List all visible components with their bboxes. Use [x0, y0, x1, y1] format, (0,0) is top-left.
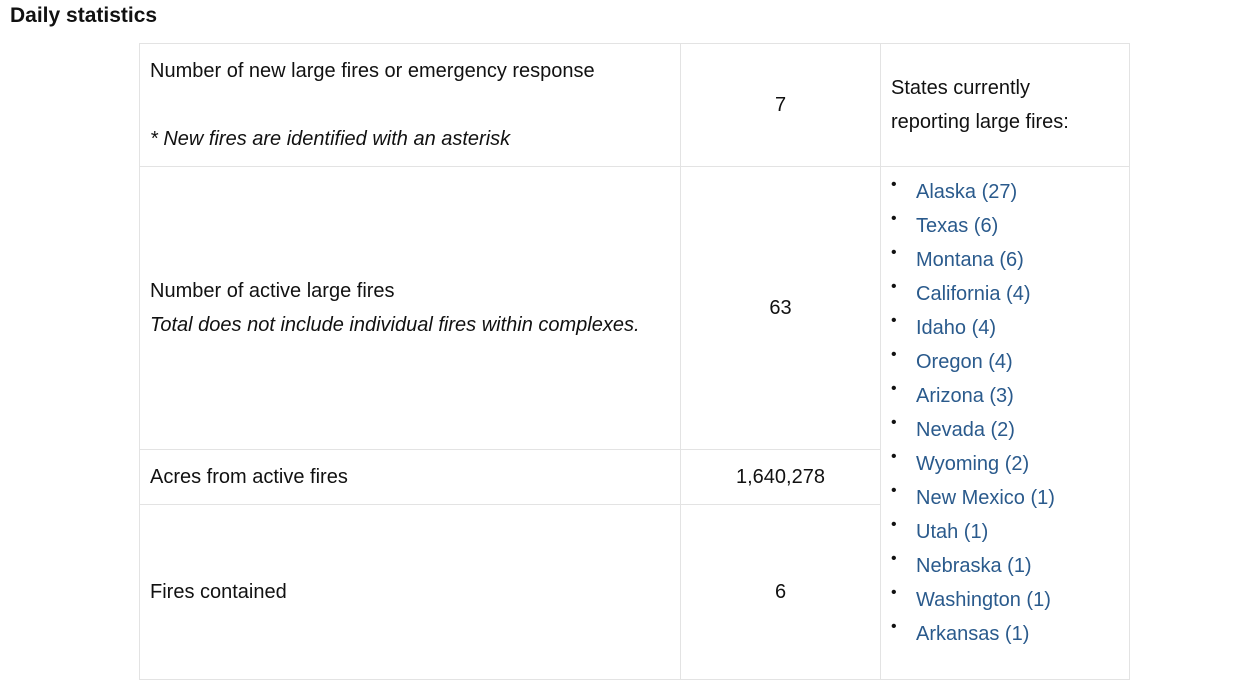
bullet-icon: • — [891, 550, 897, 567]
state-list-item: • Montana (6) — [891, 243, 1119, 277]
state-link[interactable]: Nevada (2) — [916, 419, 1015, 441]
bullet-icon: • — [891, 414, 897, 431]
state-list-item: • Alaska (27) — [891, 175, 1119, 209]
state-link[interactable]: Washington (1) — [916, 589, 1051, 611]
state-link[interactable]: Oregon (4) — [916, 351, 1013, 373]
active-fires-label: Number of active large fires — [150, 280, 395, 302]
state-link[interactable]: Montana (6) — [916, 249, 1024, 271]
bullet-icon: • — [891, 346, 897, 363]
state-list-item: • Washington (1) — [891, 583, 1119, 617]
states-header-line2: reporting large fires: — [891, 111, 1069, 133]
states-list-cell: • Alaska (27) • Texas (6) • Montana (6) • Calif… — [880, 166, 1130, 680]
state-list-item: • Nebraska (1) — [891, 549, 1119, 583]
contained-value: 6 — [680, 504, 881, 680]
table-row-new-fires: Number of new large fires or emergency r… — [139, 43, 1130, 167]
bullet-icon: • — [891, 176, 897, 193]
bullet-icon: • — [891, 278, 897, 295]
contained-label: Fires contained — [139, 504, 681, 680]
acres-value: 1,640,278 — [680, 449, 881, 505]
state-list-item: • Oregon (4) — [891, 345, 1119, 379]
state-link[interactable]: Wyoming (2) — [916, 453, 1029, 475]
bullet-icon: • — [891, 482, 897, 499]
new-fires-label-cell: Number of new large fires or emergency r… — [139, 43, 681, 167]
state-link[interactable]: Arizona (3) — [916, 385, 1014, 407]
active-fires-value: 63 — [680, 166, 881, 450]
state-list-item: • Arizona (3) — [891, 379, 1119, 413]
state-link[interactable]: Nebraska (1) — [916, 555, 1032, 577]
table-row-active-fires: Number of active large fires Total does … — [139, 166, 1130, 680]
bullet-icon: • — [891, 584, 897, 601]
state-list-item: • Texas (6) — [891, 209, 1119, 243]
state-list-item: • Wyoming (2) — [891, 447, 1119, 481]
state-link[interactable]: New Mexico (1) — [916, 487, 1055, 509]
page-title: Daily statistics — [10, 4, 158, 27]
state-link[interactable]: Utah (1) — [916, 521, 988, 543]
daily-statistics-table: Number of new large fires or emergency r… — [139, 43, 1130, 680]
state-list-item: • Idaho (4) — [891, 311, 1119, 345]
active-fires-label-cell: Number of active large fires Total does … — [139, 166, 681, 450]
new-fires-note: * New fires are identified with an aster… — [150, 128, 511, 150]
bullet-icon: • — [891, 380, 897, 397]
bullet-icon: • — [891, 448, 897, 465]
bullet-icon: • — [891, 210, 897, 227]
states-header-line1: States currently — [891, 77, 1030, 99]
bullet-icon: • — [891, 618, 897, 635]
state-list-item: • Arkansas (1) — [891, 617, 1119, 651]
state-link[interactable]: Alaska (27) — [916, 181, 1017, 203]
states-header-cell: States currently reporting large fires: — [880, 43, 1130, 167]
state-list-item: • New Mexico (1) — [891, 481, 1119, 515]
state-list-item: • California (4) — [891, 277, 1119, 311]
new-fires-value: 7 — [680, 43, 881, 167]
state-link[interactable]: California (4) — [916, 283, 1030, 305]
state-link[interactable]: Texas (6) — [916, 215, 998, 237]
states-list: • Alaska (27) • Texas (6) • Montana (6) • Calif… — [891, 175, 1119, 651]
acres-label: Acres from active fires — [139, 449, 681, 505]
state-list-item: • Nevada (2) — [891, 413, 1119, 447]
state-link[interactable]: Idaho (4) — [916, 317, 996, 339]
bullet-icon: • — [891, 312, 897, 329]
active-fires-note: Total does not include individual fires … — [150, 314, 640, 336]
bullet-icon: • — [891, 244, 897, 261]
new-fires-label: Number of new large fires or emergency r… — [150, 60, 595, 82]
bullet-icon: • — [891, 516, 897, 533]
state-list-item: • Utah (1) — [891, 515, 1119, 549]
state-link[interactable]: Arkansas (1) — [916, 623, 1029, 645]
